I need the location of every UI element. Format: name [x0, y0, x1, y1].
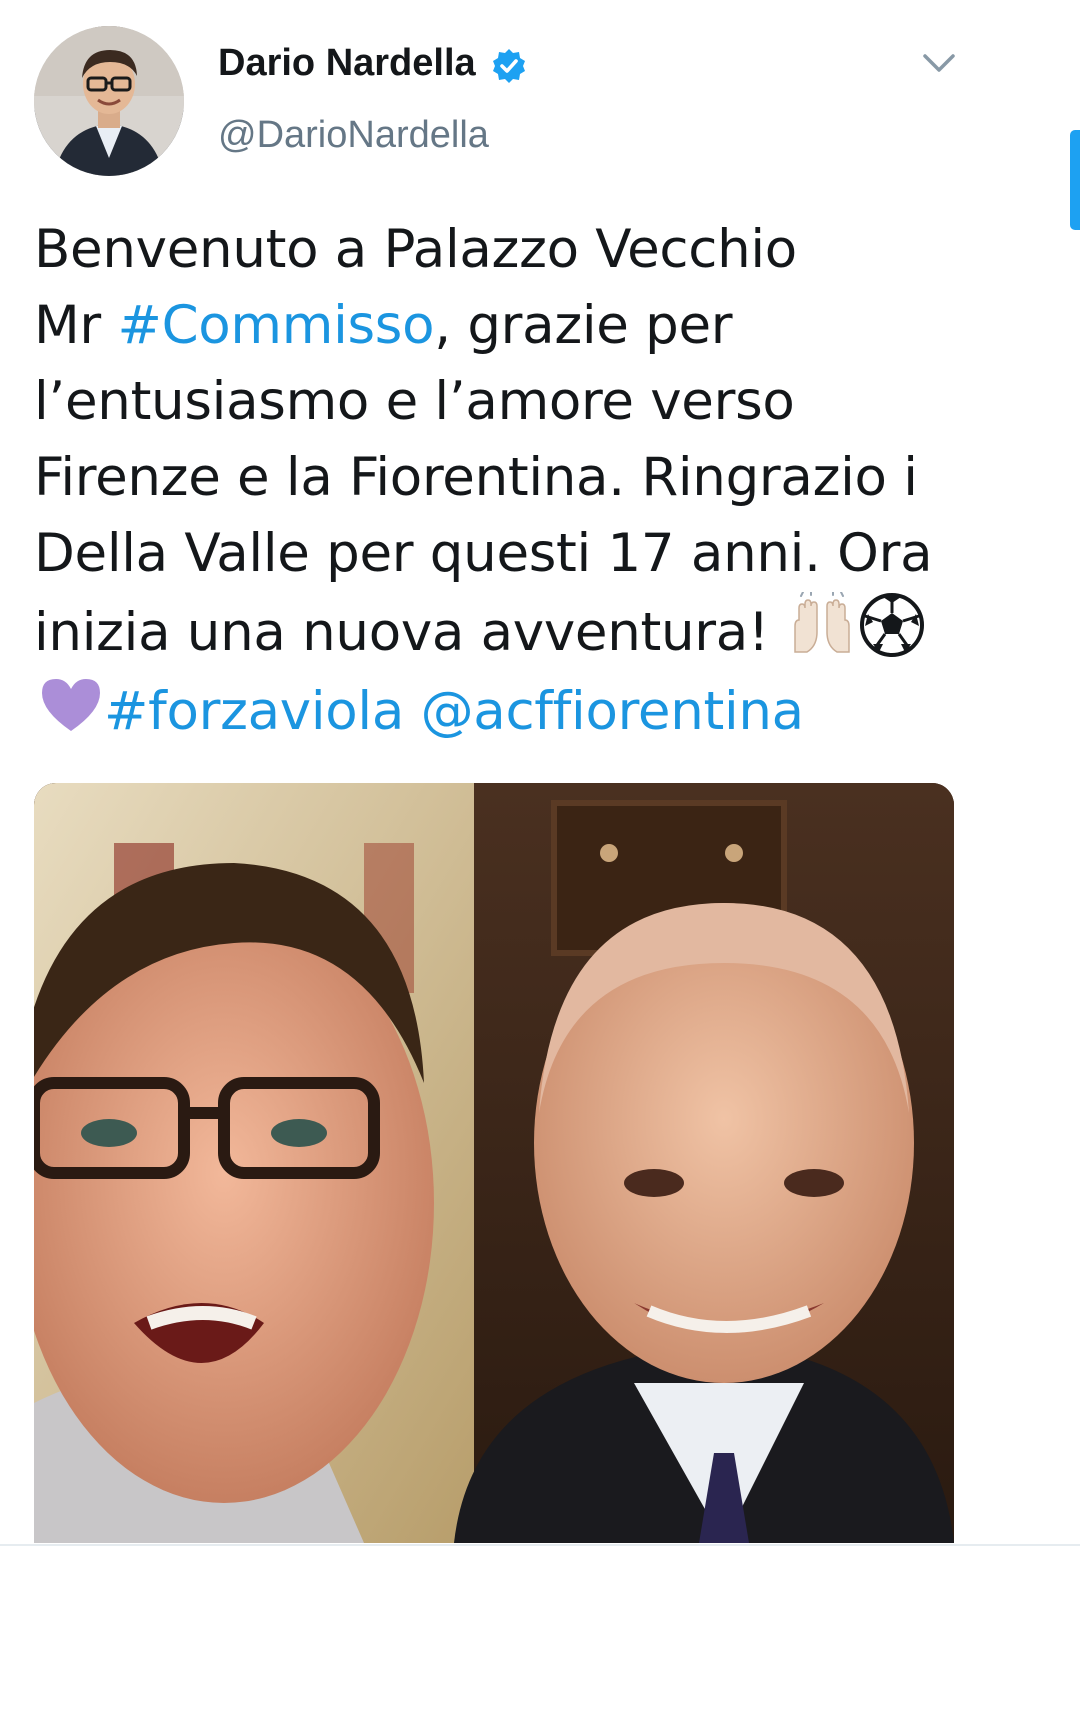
profile-photo-icon	[34, 26, 184, 176]
tweet-text-line: Firenze e la Fiorentina. Ringrazio i	[34, 440, 1044, 516]
video-thumbnail-image	[34, 783, 954, 1543]
raising-hands-icon	[789, 592, 855, 658]
tweet-text-segment: Della Valle per questi 17 anni. Ora	[34, 523, 933, 584]
tweet-text-segment: Benvenuto a Palazzo Vecchio	[34, 219, 797, 280]
tweet-text-segment: , grazie per	[434, 295, 733, 356]
tweet-text-line: #forzaviola @acffiorentina	[34, 671, 1044, 750]
tweet-text-line: Della Valle per questi 17 anni. Ora	[34, 516, 1044, 592]
tweet-text-line: Mr #Commisso, grazie per	[34, 288, 1044, 364]
purple-heart-icon	[38, 671, 104, 737]
tweet[interactable]: Dario Nardella @DarioNardella Benvenuto …	[0, 0, 1080, 1715]
tweet-text-line: Benvenuto a Palazzo Vecchio	[34, 212, 1044, 288]
tweet-text-segment: inizia una nuova avventura!	[34, 602, 786, 663]
tweet-text-segment	[404, 681, 421, 742]
tweet-text-line: inizia una nuova avventura!	[34, 592, 1044, 671]
hashtag-link[interactable]: #Commisso	[117, 295, 434, 356]
tweet-text-segment: l’entusiasmo e l’amore verso	[34, 371, 795, 432]
mention-link[interactable]: @acffiorentina	[421, 681, 805, 742]
verified-badge-icon	[491, 48, 527, 84]
tweet-text: Benvenuto a Palazzo Vecchio Mr #Commisso,…	[34, 212, 1044, 750]
tweet-text-segment: Mr	[34, 295, 118, 356]
author-avatar[interactable]	[34, 26, 184, 176]
soccer-ball-icon	[859, 592, 925, 658]
divider	[0, 1544, 1080, 1546]
hashtag-link[interactable]: #forzaviola	[104, 681, 404, 742]
author-handle[interactable]: @DarioNardella	[218, 114, 489, 157]
scrollbar-thumb[interactable]	[1070, 130, 1080, 230]
chevron-down-icon[interactable]	[917, 46, 961, 80]
tweet-text-line: l’entusiasmo e l’amore verso	[34, 364, 1044, 440]
author-display-name[interactable]: Dario Nardella	[218, 42, 476, 85]
tweet-text-segment: Firenze e la Fiorentina. Ringrazio i	[34, 447, 918, 508]
media-video-thumbnail[interactable]	[34, 783, 954, 1543]
